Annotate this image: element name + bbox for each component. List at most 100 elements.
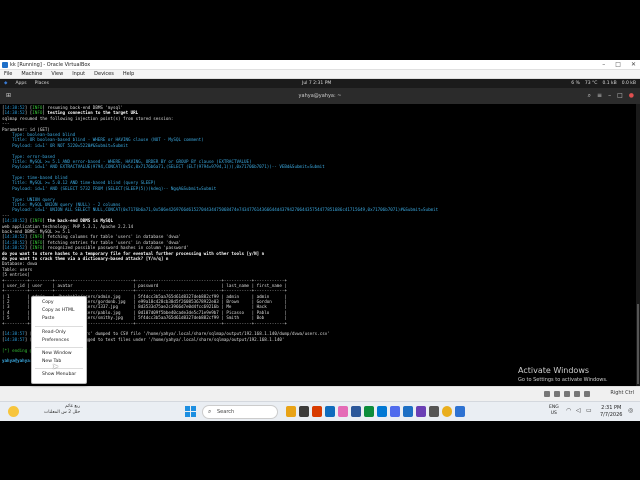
panel-indicator: 6 % — [571, 81, 580, 86]
notification-icon[interactable]: ◎ — [628, 407, 633, 414]
line-message: fetching entries for table 'users' in da… — [44, 239, 182, 245]
menu-separator — [35, 346, 83, 348]
menu-separator — [35, 368, 83, 370]
maximize-icon[interactable]: □ — [615, 60, 621, 70]
panel-indicators: 6 % 73 °C 0.1 kB 0.0 kB — [571, 79, 636, 88]
line-tag: INFO — [32, 239, 43, 245]
line-message: resuming back-end DBMS 'mysql' — [44, 105, 124, 110]
xbox-icon[interactable] — [364, 406, 374, 417]
virtualbox-titlebar: kk [Running] - Oracle VirtualBox – □ ✕ — [0, 60, 640, 70]
line-timestamp: 14:38:52 — [4, 245, 25, 251]
menu-icon[interactable]: ≡ — [597, 88, 602, 104]
system-clock[interactable]: 2:31 PM 7/7/2026 — [600, 405, 622, 418]
context-menu-read-only[interactable]: Read-Only — [32, 329, 86, 337]
terminal-scrollbar[interactable] — [636, 104, 640, 386]
panel-clock[interactable]: Jul 7 2:31 PM — [302, 79, 331, 88]
menu-item-file[interactable]: File — [4, 70, 12, 78]
terminal-minimize-icon[interactable]: – — [608, 88, 611, 104]
wifi-icon[interactable]: ◠ — [566, 407, 571, 414]
edge-browser-icon[interactable] — [377, 406, 387, 417]
windows-taskbar: ربع غائم حلل 2 س المعلنات ⌕ Search ENG U… — [0, 401, 640, 421]
office-icon[interactable] — [312, 406, 322, 417]
context-menu-new-window[interactable]: New Window — [32, 350, 86, 358]
line-tag: INFO — [32, 105, 43, 110]
menu-separator — [35, 325, 83, 327]
visual-studio-icon[interactable] — [416, 406, 426, 417]
terminal-headerbar: ⊞ yahya@yahya: ~ ⌕ ≡ – □ ● — [0, 88, 640, 104]
virtualbox-menubar: File Machine View Input Devices Help — [0, 70, 640, 79]
activate-windows-watermark: Activate Windows Go to Settings to activ… — [518, 366, 608, 383]
clock-time: 2:31 PM — [601, 405, 622, 411]
panel-indicator: 0.1 kB — [602, 81, 617, 86]
line-timestamp: 14:38:52 — [4, 218, 25, 224]
search-icon[interactable]: ⌕ — [588, 88, 591, 104]
start-button[interactable] — [185, 406, 196, 417]
new-tab-icon[interactable]: ⊞ — [6, 88, 11, 104]
weather-widget[interactable]: ربع غائم حلل 2 س المعلنات — [44, 404, 80, 416]
terminal-app-icon[interactable] — [429, 406, 439, 417]
context-menu-paste[interactable]: Paste — [32, 315, 86, 323]
volume-icon[interactable]: ◁ — [576, 407, 581, 414]
line-message: fetching columns for table 'users' in da… — [44, 234, 182, 240]
line-message: table 'dvwa.users' dumped to CSV file '/… — [44, 331, 330, 337]
panel-indicator: 0.0 kB — [621, 81, 636, 86]
settings-icon[interactable] — [455, 406, 465, 417]
word-icon[interactable] — [351, 406, 361, 417]
window-title: kk [Running] - Oracle VirtualBox — [10, 62, 91, 68]
file-explorer-icon[interactable] — [286, 406, 296, 417]
kali-logo-icon[interactable]: ◆ — [4, 79, 7, 88]
virtualbox-statusbar: Right Ctrl — [0, 386, 640, 401]
context-menu-copy-as-html[interactable]: Copy as HTML — [32, 307, 86, 315]
minimize-icon[interactable]: – — [602, 60, 605, 70]
places-menu[interactable]: Places — [35, 79, 49, 88]
battery-icon[interactable]: ▭ — [586, 407, 592, 414]
chrome-icon[interactable] — [442, 406, 452, 417]
line-timestamp: 14:38:57 — [4, 331, 25, 337]
taskbar-search[interactable]: ⌕ Search — [202, 405, 278, 419]
terminal-maximize-icon[interactable]: □ — [617, 88, 623, 104]
context-menu-show-menubar[interactable]: Show Menubar — [32, 371, 86, 379]
virtualbox-task-icon[interactable] — [403, 406, 413, 417]
close-icon[interactable]: ✕ — [631, 60, 636, 70]
weather-desc: حلل 2 س المعلنات — [44, 410, 81, 415]
watermark-subtitle: Go to Settings to activate Windows. — [518, 377, 608, 383]
usb-icon[interactable] — [574, 391, 580, 397]
edge-icon[interactable] — [325, 406, 335, 417]
line-timestamp: 14:38:52 — [4, 110, 25, 116]
line-timestamp: 14:38:52 — [4, 239, 25, 245]
weather-icon[interactable] — [8, 406, 19, 417]
terminal-close-icon[interactable]: ● — [629, 88, 634, 104]
context-menu-new-tab[interactable]: New Tab — [32, 358, 86, 366]
terminal-context-menu: Copy Copy as HTML Paste Read-Only Preference… — [31, 296, 87, 384]
context-menu-preferences[interactable]: Preferences — [32, 337, 86, 345]
copilot-icon[interactable] — [338, 406, 348, 417]
apps-menu[interactable]: Apps — [15, 79, 26, 88]
line-message: testing connection to the target URL — [44, 110, 139, 116]
menu-item-devices[interactable]: Devices — [94, 70, 114, 78]
optical-icon[interactable] — [554, 391, 560, 397]
vscode-icon[interactable] — [390, 406, 400, 417]
menu-item-help[interactable]: Help — [123, 70, 134, 78]
host-key-label: Right Ctrl — [610, 390, 634, 396]
network-icon[interactable] — [564, 391, 570, 397]
kali-top-panel: ◆ Apps Places Jul 7 2:31 PM 6 % 73 °C 0.1 … — [0, 79, 640, 88]
line-tag: INFO — [32, 234, 43, 240]
task-view-icon[interactable] — [299, 406, 309, 417]
terminal-output[interactable]: [14:38:52] [INFO] resuming back-end DBMS… — [0, 104, 636, 386]
language-indicator[interactable]: ENG US — [549, 405, 559, 417]
clock-date: 7/7/2026 — [600, 411, 623, 418]
line-tag: INFO — [32, 218, 43, 224]
context-menu-copy[interactable]: Copy — [32, 299, 86, 307]
menu-item-machine[interactable]: Machine — [21, 70, 42, 78]
region-code: US — [550, 411, 557, 416]
line-tag: INFO — [32, 110, 43, 116]
shared-folder-icon[interactable] — [584, 391, 590, 397]
search-icon: ⌕ — [208, 408, 212, 415]
line-timestamp: 14:38:52 — [4, 105, 25, 110]
hdd-icon[interactable] — [544, 391, 550, 397]
panel-indicator: 73 °C — [584, 81, 598, 86]
menu-item-input[interactable]: Input — [72, 70, 85, 78]
menu-item-view[interactable]: View — [51, 70, 63, 78]
line-timestamp: 14:38:52 — [4, 234, 25, 240]
line-message: the back-end DBMS is MySQL — [44, 218, 113, 224]
